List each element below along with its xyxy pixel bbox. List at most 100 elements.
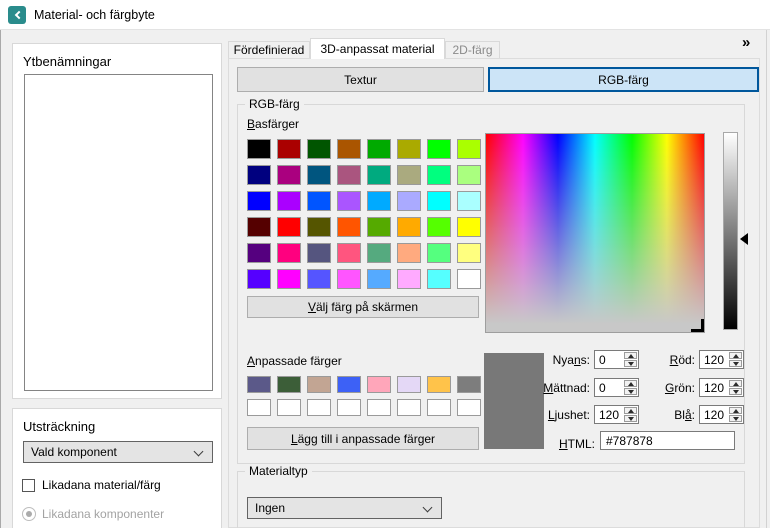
color-swatch[interactable] bbox=[457, 191, 481, 211]
color-swatch[interactable] bbox=[337, 269, 361, 289]
pick-color-on-screen-button[interactable]: Välj färg på skärmen bbox=[247, 296, 479, 318]
hue-down-button[interactable] bbox=[624, 360, 637, 367]
texture-button[interactable]: Textur bbox=[237, 67, 484, 92]
color-swatch[interactable] bbox=[337, 217, 361, 237]
color-swatch[interactable] bbox=[457, 399, 481, 416]
color-swatch[interactable] bbox=[427, 165, 451, 185]
color-swatch[interactable] bbox=[337, 139, 361, 159]
lightness-bar[interactable] bbox=[723, 132, 738, 330]
color-swatch[interactable] bbox=[457, 269, 481, 289]
red-value[interactable]: 120 bbox=[700, 351, 728, 368]
rgb-color-button[interactable]: RGB-färg bbox=[488, 67, 759, 92]
back-icon[interactable] bbox=[8, 6, 26, 24]
color-swatch[interactable] bbox=[337, 243, 361, 263]
color-swatch[interactable] bbox=[277, 243, 301, 263]
color-swatch[interactable] bbox=[307, 191, 331, 211]
color-swatch[interactable] bbox=[367, 399, 391, 416]
color-swatch[interactable] bbox=[397, 191, 421, 211]
tab-3d-custom-material[interactable]: 3D-anpassat material bbox=[310, 38, 445, 59]
color-swatch[interactable] bbox=[337, 376, 361, 393]
color-swatch[interactable] bbox=[307, 243, 331, 263]
lightness-up-button[interactable] bbox=[624, 407, 637, 414]
color-swatch[interactable] bbox=[247, 191, 271, 211]
red-spinbox[interactable]: 120 bbox=[699, 350, 744, 369]
color-swatch[interactable] bbox=[247, 399, 271, 416]
color-swatch[interactable] bbox=[307, 399, 331, 416]
lightness-down-button[interactable] bbox=[624, 415, 637, 422]
color-swatch[interactable] bbox=[337, 191, 361, 211]
color-swatch[interactable] bbox=[397, 217, 421, 237]
saturation-spinbox[interactable]: 0 bbox=[594, 378, 639, 397]
lightness-arrow-icon[interactable] bbox=[740, 233, 748, 245]
color-swatch[interactable] bbox=[457, 217, 481, 237]
hue-up-button[interactable] bbox=[624, 352, 637, 359]
color-swatch[interactable] bbox=[397, 165, 421, 185]
saturation-up-button[interactable] bbox=[624, 380, 637, 387]
color-swatch[interactable] bbox=[277, 165, 301, 185]
color-swatch[interactable] bbox=[247, 139, 271, 159]
green-up-button[interactable] bbox=[729, 380, 742, 387]
color-swatch[interactable] bbox=[277, 399, 301, 416]
saturation-value[interactable]: 0 bbox=[595, 379, 623, 396]
color-swatch[interactable] bbox=[277, 191, 301, 211]
same-material-checkbox[interactable] bbox=[22, 479, 35, 492]
blue-down-button[interactable] bbox=[729, 415, 742, 422]
color-swatch[interactable] bbox=[367, 243, 391, 263]
extent-combobox[interactable]: Vald komponent bbox=[23, 441, 213, 463]
surface-names-list[interactable] bbox=[24, 74, 213, 391]
color-swatch[interactable] bbox=[427, 191, 451, 211]
color-swatch[interactable] bbox=[277, 269, 301, 289]
tab-predefined[interactable]: Fördefinierad bbox=[228, 41, 310, 59]
color-swatch[interactable] bbox=[397, 269, 421, 289]
color-swatch[interactable] bbox=[247, 269, 271, 289]
same-material-checkbox-row[interactable]: Likadana material/färg bbox=[22, 478, 161, 492]
color-swatch[interactable] bbox=[457, 376, 481, 393]
color-swatch[interactable] bbox=[307, 269, 331, 289]
color-swatch[interactable] bbox=[307, 217, 331, 237]
color-swatch[interactable] bbox=[337, 165, 361, 185]
color-swatch[interactable] bbox=[277, 217, 301, 237]
color-swatch[interactable] bbox=[367, 217, 391, 237]
color-swatch[interactable] bbox=[427, 139, 451, 159]
tab-overflow-button[interactable]: » bbox=[742, 34, 750, 51]
color-swatch[interactable] bbox=[277, 376, 301, 393]
html-color-input[interactable]: #787878 bbox=[600, 431, 735, 450]
color-swatch[interactable] bbox=[367, 269, 391, 289]
green-value[interactable]: 120 bbox=[700, 379, 728, 396]
color-swatch[interactable] bbox=[427, 243, 451, 263]
color-swatch[interactable] bbox=[397, 376, 421, 393]
color-swatch[interactable] bbox=[367, 376, 391, 393]
color-swatch[interactable] bbox=[427, 269, 451, 289]
material-type-combobox[interactable]: Ingen bbox=[247, 497, 442, 519]
blue-up-button[interactable] bbox=[729, 407, 742, 414]
color-swatch[interactable] bbox=[457, 243, 481, 263]
color-swatch[interactable] bbox=[367, 191, 391, 211]
blue-spinbox[interactable]: 120 bbox=[699, 405, 744, 424]
add-to-custom-colors-button[interactable]: Lägg till i anpassade färger bbox=[247, 427, 479, 450]
lightness-spinbox[interactable]: 120 bbox=[594, 405, 639, 424]
color-swatch[interactable] bbox=[427, 376, 451, 393]
color-swatch[interactable] bbox=[397, 243, 421, 263]
color-crosshair-marker[interactable] bbox=[691, 319, 704, 332]
green-spinbox[interactable]: 120 bbox=[699, 378, 744, 397]
lightness-value[interactable]: 120 bbox=[595, 406, 623, 423]
color-swatch[interactable] bbox=[247, 165, 271, 185]
color-swatch[interactable] bbox=[307, 139, 331, 159]
color-swatch[interactable] bbox=[367, 165, 391, 185]
color-swatch[interactable] bbox=[337, 399, 361, 416]
color-swatch[interactable] bbox=[427, 217, 451, 237]
color-swatch[interactable] bbox=[247, 243, 271, 263]
green-down-button[interactable] bbox=[729, 388, 742, 395]
color-swatch[interactable] bbox=[397, 139, 421, 159]
color-swatch[interactable] bbox=[457, 139, 481, 159]
red-up-button[interactable] bbox=[729, 352, 742, 359]
hue-value[interactable]: 0 bbox=[595, 351, 623, 368]
color-swatch[interactable] bbox=[277, 139, 301, 159]
color-swatch[interactable] bbox=[247, 217, 271, 237]
blue-value[interactable]: 120 bbox=[700, 406, 728, 423]
hue-saturation-field[interactable] bbox=[485, 133, 705, 333]
color-swatch[interactable] bbox=[307, 165, 331, 185]
color-swatch[interactable] bbox=[247, 376, 271, 393]
color-swatch[interactable] bbox=[307, 376, 331, 393]
color-swatch[interactable] bbox=[427, 399, 451, 416]
